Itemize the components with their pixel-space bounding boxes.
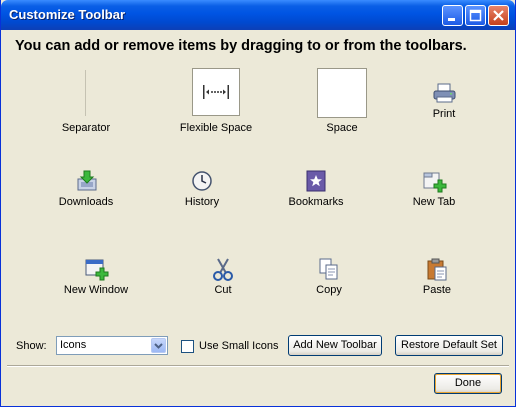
window-title: Customize Toolbar	[9, 7, 126, 22]
close-icon	[493, 10, 504, 21]
scissors-icon	[213, 258, 233, 281]
bookmark-star-icon	[306, 170, 326, 192]
palette-item-cut[interactable]: Cut	[168, 256, 278, 306]
small-icons-label[interactable]: Use Small Icons	[199, 340, 278, 352]
palette-item-paste[interactable]: Paste	[382, 256, 492, 306]
minimize-icon	[448, 18, 455, 21]
item-label: Separator	[61, 122, 111, 134]
palette-item-copy[interactable]: Copy	[274, 256, 384, 306]
paste-icon	[427, 258, 447, 281]
clock-icon	[192, 171, 212, 191]
item-label: Downloads	[58, 196, 114, 208]
small-icons-checkbox[interactable]	[181, 340, 194, 353]
palette-item-flexible-space[interactable]: Flexible Space	[161, 60, 271, 140]
show-select-value: Icons	[60, 339, 87, 351]
download-icon	[77, 170, 97, 191]
show-select[interactable]: Icons	[56, 336, 168, 355]
palette-item-history[interactable]: History	[147, 168, 257, 218]
instructions-heading: You can add or remove items by dragging …	[15, 38, 467, 54]
item-label: Copy	[316, 284, 342, 296]
palette-item-bookmarks[interactable]: Bookmarks	[261, 168, 371, 218]
done-button[interactable]: Done	[434, 373, 502, 394]
new-tab-icon	[423, 172, 447, 193]
space-icon	[317, 68, 367, 118]
printer-icon	[433, 83, 456, 103]
title-bar[interactable]: Customize Toolbar	[1, 0, 515, 30]
add-new-toolbar-button[interactable]: Add New Toolbar	[288, 335, 382, 356]
palette-item-separator[interactable]: Separator	[31, 60, 141, 140]
options-row: Show: Icons Use Small Icons Add New Tool…	[1, 332, 515, 360]
item-label: New Window	[63, 284, 129, 296]
new-window-icon	[85, 259, 109, 281]
divider	[7, 365, 509, 367]
item-label: Space	[326, 122, 358, 134]
palette-item-print[interactable]: Print	[389, 60, 499, 140]
maximize-button[interactable]	[465, 5, 486, 26]
maximize-icon	[469, 9, 482, 22]
item-label: Flexible Space	[179, 122, 253, 134]
customize-toolbar-dialog: Customize Toolbar You can add or remove …	[0, 0, 516, 407]
close-button[interactable]	[488, 5, 509, 26]
palette-item-downloads[interactable]: Downloads	[31, 168, 141, 218]
item-label: New Tab	[412, 196, 456, 208]
flexible-space-icon	[192, 68, 240, 116]
palette-item-new-tab[interactable]: New Tab	[379, 168, 489, 218]
chevron-down-icon	[154, 343, 163, 349]
palette-item-space[interactable]: Space	[287, 60, 397, 140]
separator-icon	[85, 70, 86, 116]
copy-icon	[319, 258, 338, 280]
toolbar-item-palette: Separator Flexible Space Space Print Dow…	[1, 60, 515, 330]
show-label: Show:	[16, 340, 47, 352]
item-label: Bookmarks	[288, 196, 344, 208]
minimize-button[interactable]	[442, 5, 463, 26]
item-label: Print	[432, 108, 456, 120]
item-label: Paste	[422, 284, 452, 296]
dropdown-arrow[interactable]	[151, 338, 166, 353]
palette-item-new-window[interactable]: New Window	[41, 256, 151, 306]
item-label: Cut	[214, 284, 232, 296]
restore-default-set-button[interactable]: Restore Default Set	[395, 335, 503, 356]
item-label: History	[184, 196, 220, 208]
